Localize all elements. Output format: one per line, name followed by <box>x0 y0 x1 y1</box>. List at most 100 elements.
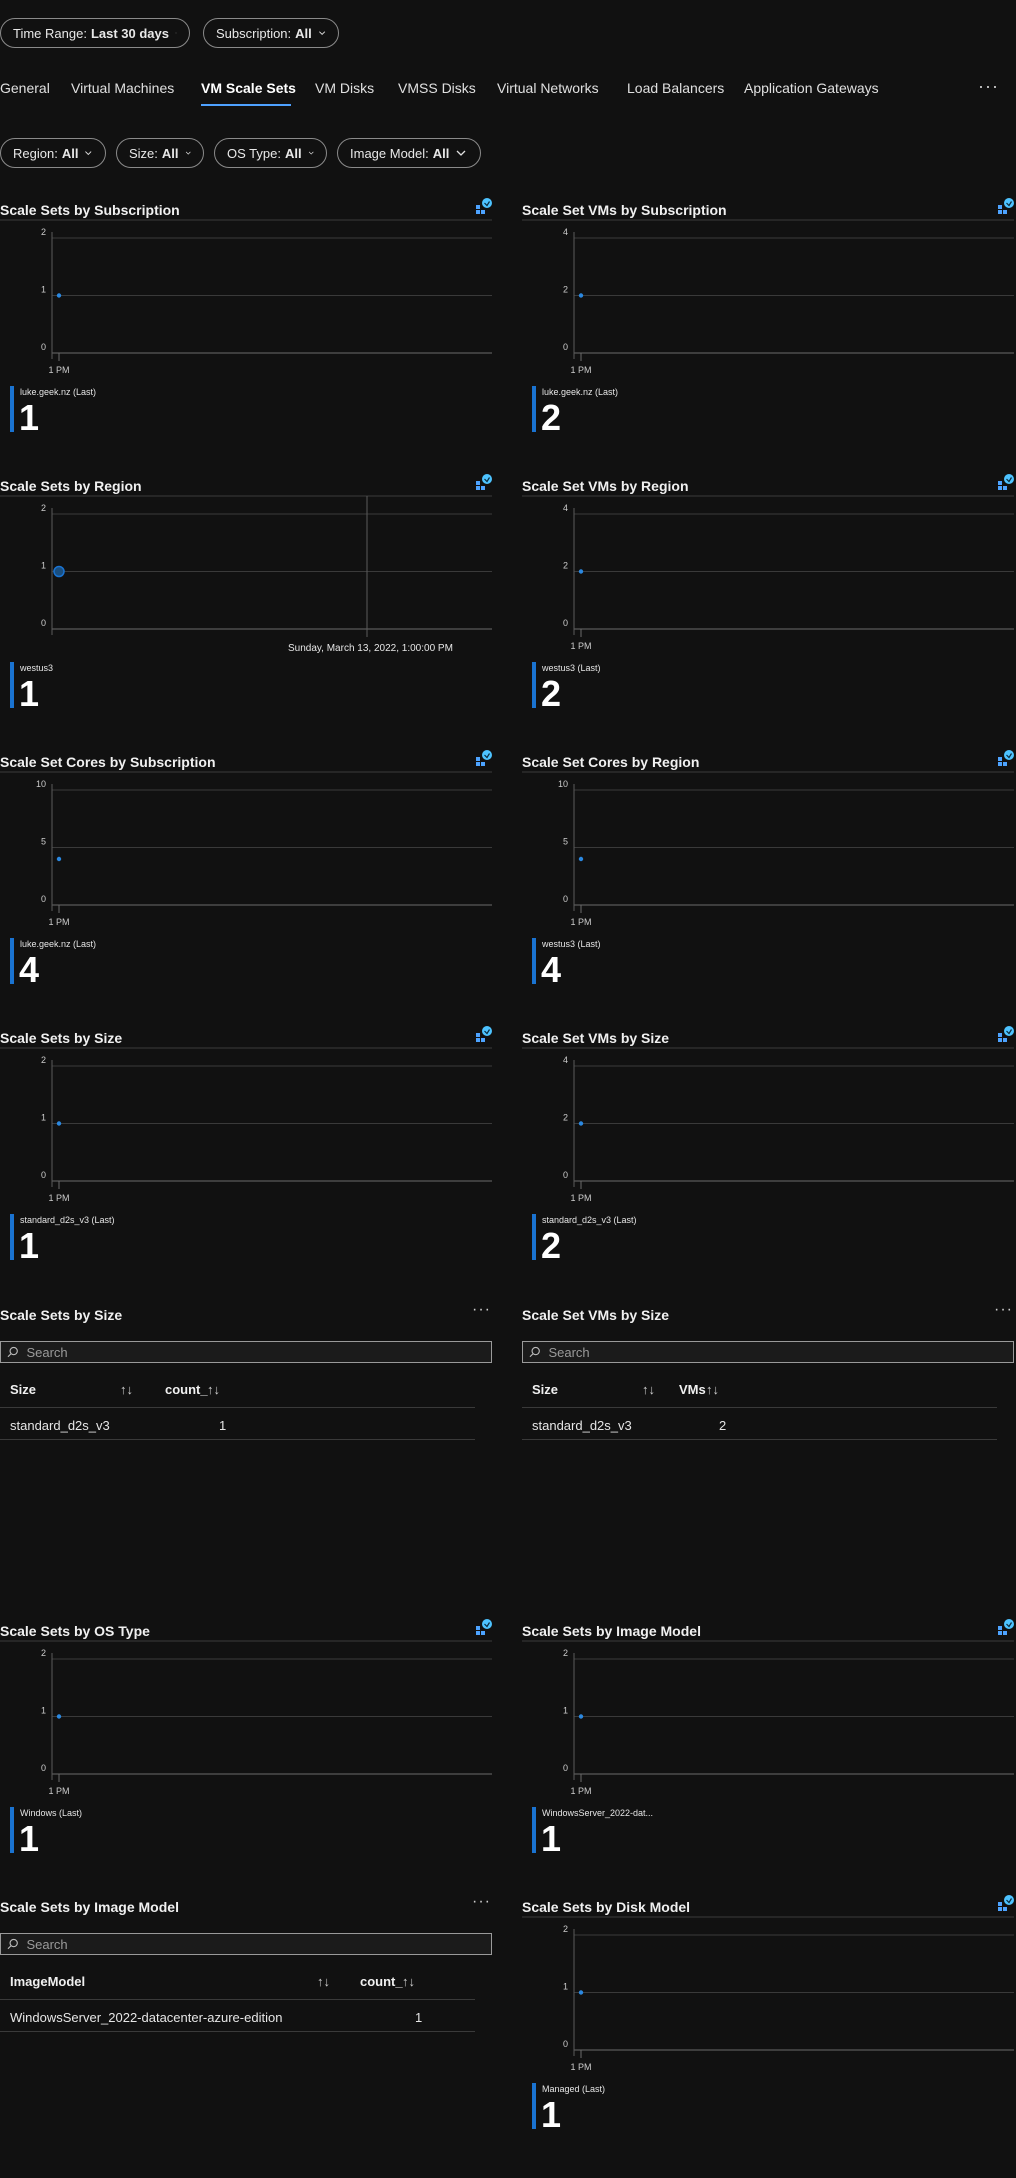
pin-to-dashboard-icon[interactable] <box>474 1025 494 1045</box>
chart-panel: Scale Sets by Region 2 1 0 Sunday, March 13,… <box>0 474 492 738</box>
sort-icon[interactable]: ↑↓ <box>706 1382 719 1397</box>
pin-to-dashboard-icon[interactable] <box>996 1618 1016 1638</box>
column-header-vms[interactable]: VMs <box>679 1382 706 1397</box>
y-tick-label: 2 <box>41 1055 46 1065</box>
y-tick-label: 2 <box>563 1648 568 1658</box>
tab-vm-disks[interactable]: VM Disks <box>315 80 374 96</box>
search-input[interactable] <box>24 1343 491 1361</box>
search-box <box>522 1341 1014 1363</box>
search-input[interactable] <box>546 1343 1013 1361</box>
header-divider <box>0 1999 475 2000</box>
pin-to-dashboard-icon[interactable] <box>474 197 494 217</box>
region-value: All <box>61 145 79 161</box>
x-tick-label: 1 PM <box>570 1193 591 1203</box>
pin-to-dashboard-icon[interactable] <box>474 749 494 769</box>
panel-title: Scale Sets by Image Model <box>522 1623 701 1639</box>
x-tick-label: 1 PM <box>48 1786 69 1796</box>
pin-to-dashboard-icon[interactable] <box>474 473 494 493</box>
panel-title: Scale Set VMs by Subscription <box>522 202 727 218</box>
y-tick-label: 10 <box>36 779 46 789</box>
x-tick-label: 1 PM <box>48 365 69 375</box>
legend-label: luke.geek.nz (Last) <box>20 387 97 397</box>
x-tick-label: 1 PM <box>48 917 69 927</box>
size-filter[interactable]: Size: All <box>116 138 204 168</box>
legend-color-bar <box>532 2083 536 2129</box>
pin-to-dashboard-icon[interactable] <box>996 197 1016 217</box>
size-label: Size: <box>129 145 158 161</box>
legend-value: 2 <box>541 673 562 714</box>
tab-virtual-machines[interactable]: Virtual Machines <box>71 80 174 96</box>
chevron-down-icon <box>185 151 191 155</box>
column-header-size[interactable]: Size <box>10 1382 36 1397</box>
column-header-size[interactable]: Size <box>532 1382 558 1397</box>
tab-virtual-networks[interactable]: Virtual Networks <box>497 80 599 96</box>
y-tick-label: 4 <box>563 503 568 513</box>
chevron-down-icon <box>456 150 466 156</box>
y-tick-label: 0 <box>41 618 46 628</box>
y-tick-label: 2 <box>41 1648 46 1658</box>
os-type-value: All <box>284 145 302 161</box>
subscription-filter[interactable]: Subscription: All <box>203 18 339 48</box>
panel-title: Scale Sets by Image Model <box>0 1899 179 1915</box>
chart-plot: 4 2 0 1 PM <box>522 1047 1014 1203</box>
chart-plot: 4 2 0 1 PM <box>522 495 1014 651</box>
sort-icon[interactable]: ↑↓ <box>120 1382 133 1397</box>
y-tick-label: 0 <box>563 342 568 352</box>
more-tabs-button[interactable]: ··· <box>978 76 999 97</box>
search-icon <box>7 1346 18 1358</box>
pin-to-dashboard-icon[interactable] <box>474 1618 494 1638</box>
legend-label: westus3 (Last) <box>542 663 601 673</box>
pin-to-dashboard-icon[interactable] <box>996 473 1016 493</box>
tab-application-gateways[interactable]: Application Gateways <box>744 80 879 96</box>
chart-panel: Scale Sets by OS Type 2 1 0 1 PM Windows (Las… <box>0 1619 492 1883</box>
panel-title: Scale Sets by Subscription <box>0 202 180 218</box>
chart-plot: 2 1 0 <box>0 495 492 637</box>
column-header-count[interactable]: count_ <box>360 1974 403 1989</box>
column-header-count[interactable]: count_ <box>165 1382 208 1397</box>
y-tick-label: 0 <box>41 1763 46 1773</box>
pin-to-dashboard-icon[interactable] <box>996 1025 1016 1045</box>
active-tab-indicator <box>201 104 291 106</box>
legend-value: 4 <box>19 949 40 990</box>
chart-panel: Scale Sets by Size 2 1 0 1 PM standard_d2s_v3… <box>0 1026 492 1290</box>
data-point <box>53 565 65 578</box>
chart-panel: Scale Sets by Image Model 2 1 0 1 PM WindowsS… <box>522 1619 1014 1883</box>
data-point <box>578 293 584 298</box>
pin-to-dashboard-icon[interactable] <box>996 749 1016 769</box>
pin-to-dashboard-icon[interactable] <box>996 1894 1016 1914</box>
panel-more-button[interactable]: ··· <box>994 1301 1013 1319</box>
tab-general[interactable]: General <box>0 80 50 96</box>
os-type-filter[interactable]: OS Type: All <box>214 138 327 168</box>
legend-color-bar <box>10 662 14 708</box>
chart-plot: 10 5 0 1 PM <box>522 771 1014 927</box>
legend-label: WindowsServer_2022-dat... <box>542 1808 654 1818</box>
time-range-value: Last 30 days <box>90 25 169 41</box>
tab-vmss-disks[interactable]: VMSS Disks <box>398 80 476 96</box>
chart-panel: Scale Set VMs by Size 4 2 0 1 PM standard_d2s… <box>522 1026 1014 1290</box>
sort-icon[interactable]: ↑↓ <box>317 1974 330 1989</box>
image-model-filter[interactable]: Image Model: All <box>337 138 481 168</box>
region-filter[interactable]: Region: All <box>0 138 106 168</box>
column-header-imagemodel[interactable]: ImageModel <box>10 1974 85 1989</box>
panel-more-button[interactable]: ··· <box>472 1893 491 1911</box>
sort-icon[interactable]: ↑↓ <box>642 1382 655 1397</box>
legend-color-bar <box>10 1214 14 1260</box>
time-range-filter[interactable]: Time Range: Last 30 days <box>0 18 190 48</box>
x-tick-label: 1 PM <box>48 1193 69 1203</box>
legend-value: 2 <box>541 397 562 438</box>
data-point <box>578 1714 584 1719</box>
y-tick-label: 2 <box>41 227 46 237</box>
panel-title: Scale Sets by OS Type <box>0 1623 150 1639</box>
legend-color-bar <box>10 386 14 432</box>
tab-load-balancers[interactable]: Load Balancers <box>627 80 724 96</box>
table-cell-size: standard_d2s_v3 <box>10 1418 110 1433</box>
panel-more-button[interactable]: ··· <box>472 1301 491 1319</box>
tab-vm-scale-sets[interactable]: VM Scale Sets <box>201 80 296 96</box>
data-point <box>578 856 584 862</box>
search-input[interactable] <box>24 1935 491 1953</box>
y-tick-label: 1 <box>41 285 46 295</box>
legend-label: luke.geek.nz (Last) <box>20 939 97 949</box>
sort-icon[interactable]: ↑↓ <box>402 1974 415 1989</box>
sort-icon[interactable]: ↑↓ <box>207 1382 220 1397</box>
time-range-label: Time Range: <box>13 25 87 41</box>
